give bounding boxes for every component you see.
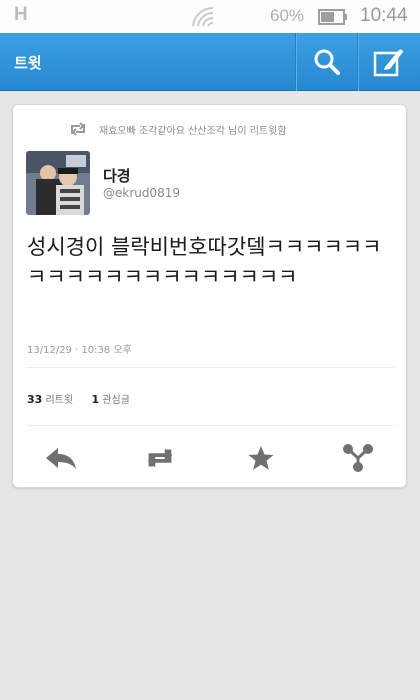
compose-icon	[373, 49, 403, 77]
tweet-timestamp: 13/12/29 · 10:38 오후	[27, 345, 132, 356]
battery-icon	[318, 9, 347, 25]
reply-button[interactable]	[43, 443, 79, 473]
author-handle[interactable]: @ekrud0819	[103, 186, 180, 200]
tweet-stats: 33 리트윗 1 관심글	[27, 391, 130, 406]
tweet-card: 재효오빠 조각같아요 산산조각 님이 리트윗함 다경 @ekrud0819 성시…	[12, 104, 407, 488]
more-icon	[343, 444, 373, 472]
search-button[interactable]	[295, 33, 357, 91]
tweet-actions	[13, 425, 408, 489]
battery-percent: 60%	[270, 6, 305, 25]
avatar-photo	[26, 151, 90, 215]
divider	[27, 367, 395, 368]
favorite-count[interactable]: 1	[91, 393, 99, 406]
retweet-icon	[147, 448, 173, 468]
favorite-count-label: 관심글	[102, 395, 130, 406]
avatar[interactable]	[26, 151, 90, 215]
app-bar: 트윗	[0, 33, 420, 91]
clock: 10:44	[360, 5, 408, 26]
favorite-icon	[248, 446, 274, 470]
retweet-count[interactable]: 33	[27, 393, 42, 406]
compose-button[interactable]	[357, 33, 419, 91]
retweet-icon	[71, 122, 85, 136]
retweet-button[interactable]	[142, 443, 178, 473]
network-type-label: H	[14, 4, 28, 25]
retweeted-by-text: 재효오빠 조각같아요 산산조각 님이 리트윗함	[99, 125, 287, 137]
more-button[interactable]	[340, 443, 376, 473]
retweet-context: 재효오빠 조각같아요 산산조각 님이 리트윗함	[69, 121, 287, 137]
tweet-text: 성시경이 블락비번호따갓뎈ㅋㅋㅋㅋㅋㅋㅋㅋㅋㅋㅋㅋㅋㅋㅋㅋㅋㅋㅋㅋ	[27, 235, 382, 289]
favorite-button[interactable]	[243, 443, 279, 473]
author-name[interactable]: 다경	[103, 165, 131, 186]
retweet-count-label: 리트윗	[45, 395, 74, 406]
search-icon	[314, 49, 340, 75]
page-title: 트윗	[14, 54, 42, 72]
reply-icon	[46, 448, 76, 469]
status-bar: H 60% 10:44	[0, 0, 420, 33]
wifi-icon	[192, 6, 214, 27]
